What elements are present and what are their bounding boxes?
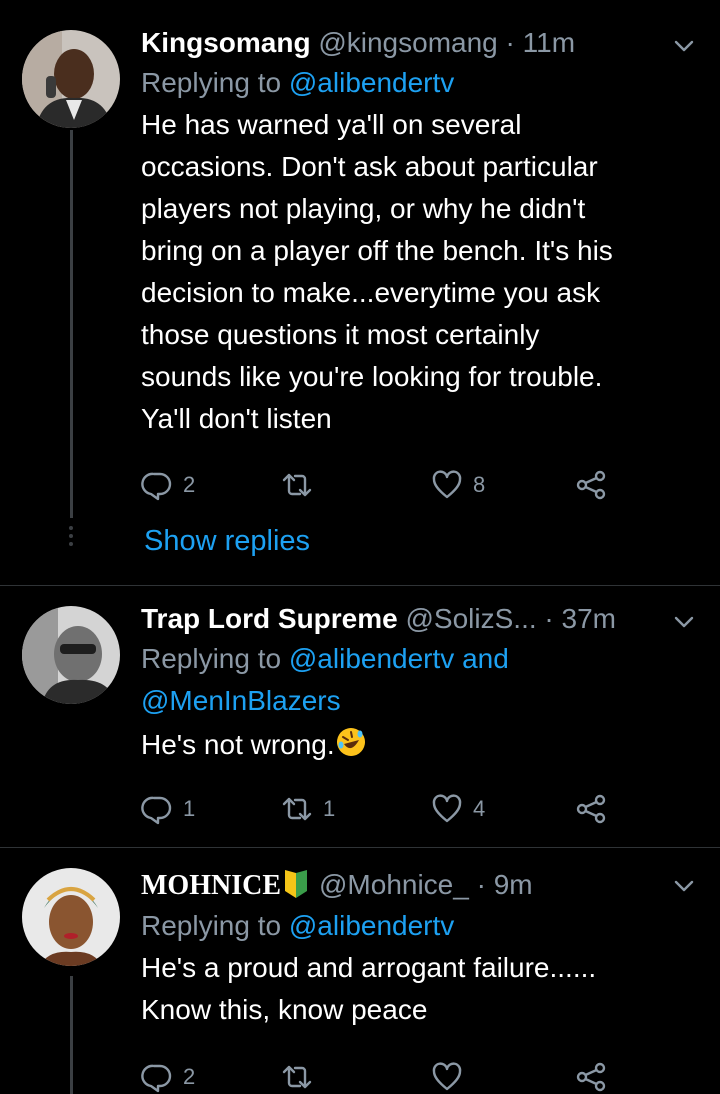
tweet-line: sounds like you're looking for trouble.	[141, 361, 603, 392]
avatar[interactable]	[22, 868, 120, 966]
retweet-button[interactable]	[281, 1060, 323, 1094]
thread-dots	[68, 526, 74, 550]
timestamp[interactable]: · 9m	[477, 869, 533, 900]
share-button[interactable]	[575, 468, 607, 502]
display-name[interactable]: Kingsomang	[141, 27, 311, 58]
display-name[interactable]: Trap Lord Supreme	[141, 603, 398, 634]
heart-icon	[432, 794, 462, 823]
mention-conjunction[interactable]: and	[462, 643, 509, 674]
tweet-line: decision to make...everytime you ask	[141, 277, 601, 308]
chevron-down-icon[interactable]	[670, 872, 698, 900]
reply-icon	[141, 1064, 172, 1093]
rolling-on-floor-laughing-icon	[336, 728, 365, 756]
tweet-line: players not playing, or why he didn't	[141, 193, 586, 224]
user-handle[interactable]: @SolizS...	[406, 603, 537, 634]
share-button[interactable]	[575, 1060, 607, 1094]
reply-icon	[141, 472, 172, 501]
reply-count: 2	[183, 472, 196, 497]
reply-button[interactable]: 2	[141, 468, 195, 502]
tweet-line: those questions it most certainly	[141, 319, 540, 350]
timestamp[interactable]: · 37m	[544, 603, 616, 634]
tweet-text: He's not wrong.	[141, 724, 701, 766]
reply-button[interactable]: 2	[141, 1060, 195, 1094]
tweet-kingsomang[interactable]: Kingsomang @kingsomang · 11m Replying to…	[0, 0, 720, 585]
show-replies-link[interactable]: Show replies	[144, 525, 310, 558]
avatar[interactable]	[22, 30, 120, 128]
reply-button[interactable]: 1	[141, 792, 195, 826]
tweet-mohnice[interactable]: MOHNICE @Mohnice_ · 9m Replying to @alib…	[0, 848, 720, 1094]
heart-icon	[432, 470, 462, 499]
thread-line	[70, 130, 73, 518]
share-icon	[576, 470, 606, 500]
tweet-line: Know this, know peace	[141, 994, 428, 1025]
retweet-button[interactable]	[281, 468, 323, 502]
retweet-icon	[282, 473, 312, 497]
retweet-icon	[282, 1065, 312, 1089]
thread-line	[70, 976, 73, 1094]
retweet-button[interactable]: 1	[281, 792, 335, 826]
like-button[interactable]: 8	[431, 468, 485, 502]
reply-icon	[141, 796, 172, 825]
mention-link[interactable]: @alibendertv	[289, 67, 454, 98]
tweet-header: Kingsomang @kingsomang · 11m	[141, 26, 701, 60]
mention-link[interactable]: @MenInBlazers	[141, 685, 341, 716]
tweet-text: He has warned ya'll on several occasions…	[141, 104, 701, 440]
tweet-text: He's a proud and arrogant failure...... …	[141, 947, 701, 1031]
user-handle[interactable]: @Mohnice_	[319, 869, 469, 900]
replying-to: Replying to @alibendertv	[141, 910, 455, 941]
share-icon	[576, 794, 606, 824]
user-handle[interactable]: @kingsomang	[318, 27, 497, 58]
tweet-line: He has warned ya'll on several	[141, 109, 522, 140]
like-button[interactable]	[431, 1060, 473, 1094]
display-name[interactable]: MOHNICE	[141, 870, 281, 901]
tweet-line: bring on a player off the bench. It's hi…	[141, 235, 613, 266]
tweet-line: He's a proud and arrogant failure......	[141, 952, 597, 983]
tweet-line: Ya'll don't listen	[141, 403, 332, 434]
tweet-header: Trap Lord Supreme @SolizS... · 37m	[141, 602, 701, 636]
avatar[interactable]	[22, 606, 120, 704]
mention-link[interactable]: @alibendertv	[289, 910, 454, 941]
replying-to: Replying to @alibendertv and @MenInBlaze…	[141, 643, 509, 716]
retweet-count: 1	[323, 796, 336, 821]
tweet-line: occasions. Don't ask about particular	[141, 151, 598, 182]
tweet-header: MOHNICE @Mohnice_ · 9m	[141, 868, 701, 903]
share-icon	[576, 1062, 606, 1092]
retweet-icon	[282, 797, 312, 821]
beginner-badge-icon	[285, 870, 307, 898]
chevron-down-icon[interactable]	[670, 32, 698, 60]
replying-to: Replying to @alibendertv	[141, 67, 455, 98]
like-button[interactable]: 4	[431, 792, 485, 826]
chevron-down-icon[interactable]	[670, 608, 698, 636]
mention-link[interactable]: @alibendertv	[289, 643, 454, 674]
like-count: 8	[473, 472, 486, 497]
reply-count: 1	[183, 796, 196, 821]
share-button[interactable]	[575, 792, 607, 826]
reply-count: 2	[183, 1064, 196, 1089]
tweet-trap-lord-supreme[interactable]: Trap Lord Supreme @SolizS... · 37m Reply…	[0, 586, 720, 846]
heart-icon	[432, 1062, 462, 1091]
like-count: 4	[473, 796, 486, 821]
timestamp[interactable]: · 11m	[506, 27, 576, 58]
